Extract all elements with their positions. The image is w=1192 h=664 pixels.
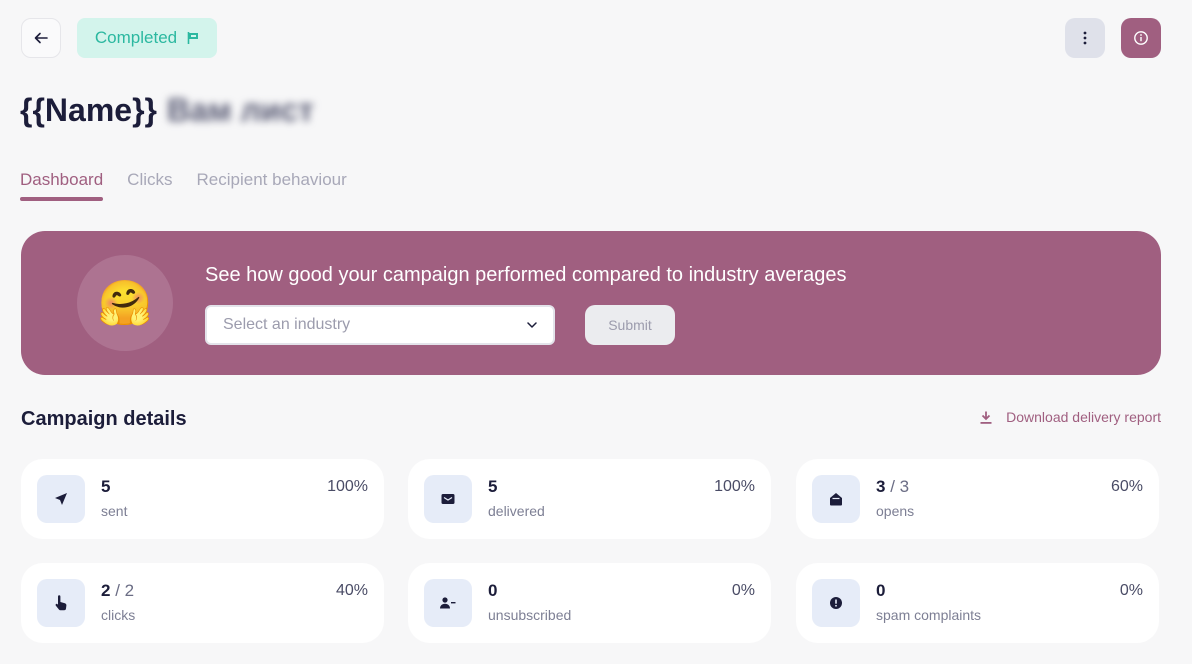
- tab-recipient-behaviour[interactable]: Recipient behaviour: [197, 170, 347, 200]
- stat-card-spam-complaints: 0 spam complaints 0%: [796, 563, 1159, 643]
- flag-icon: [187, 32, 199, 44]
- download-label: Download delivery report: [1006, 409, 1161, 425]
- stat-value: 5: [101, 477, 111, 496]
- submit-button[interactable]: Submit: [585, 305, 675, 345]
- stat-label: opens: [876, 503, 915, 519]
- stat-value: 0: [488, 581, 498, 600]
- vertical-dots-icon: [1083, 31, 1087, 45]
- tab-dashboard[interactable]: Dashboard: [20, 170, 104, 201]
- send-icon: [37, 475, 85, 523]
- stat-percent: 40%: [335, 582, 368, 599]
- stat-card-unsubscribed: 0 unsubscribed 0%: [408, 563, 771, 643]
- stat-card-delivered: 5 delivered 100%: [408, 459, 771, 539]
- stat-label: spam complaints: [876, 607, 982, 623]
- hugging-face-icon: 🤗: [77, 255, 173, 351]
- stat-percent: 0%: [1119, 582, 1143, 599]
- info-button[interactable]: [1121, 18, 1161, 58]
- status-badge: Completed: [77, 18, 217, 58]
- campaign-details-title: Campaign details: [21, 408, 187, 430]
- envelope-open-icon: [812, 475, 860, 523]
- download-icon: [980, 411, 992, 424]
- more-options-button[interactable]: [1065, 18, 1105, 58]
- tab-bar: Dashboard Clicks Recipient behaviour: [20, 170, 347, 201]
- stat-value: 5: [488, 477, 498, 496]
- stat-percent: 60%: [1110, 478, 1143, 495]
- stat-label: delivered: [488, 503, 545, 519]
- stat-percent: 100%: [714, 478, 755, 495]
- user-minus-icon: [424, 579, 472, 627]
- stat-value: 0: [876, 581, 886, 600]
- stat-card-sent: 5 sent 100%: [21, 459, 384, 539]
- stat-value: 3 / 3: [876, 477, 910, 496]
- stat-card-clicks: 2 / 2 clicks 40%: [21, 563, 384, 643]
- stat-card-opens: 3 / 3 opens 60%: [796, 459, 1159, 539]
- stat-label: sent: [101, 503, 128, 519]
- back-button[interactable]: [21, 18, 61, 58]
- stat-percent: 100%: [327, 478, 368, 495]
- banner-title: See how good your campaign performed com…: [205, 264, 847, 286]
- campaign-name: {{Name}}: [20, 91, 157, 128]
- alert-circle-icon: [812, 579, 860, 627]
- info-circle-icon: [1134, 31, 1148, 45]
- industry-select[interactable]: Select an industry: [205, 305, 555, 345]
- stat-percent: 0%: [731, 582, 755, 599]
- campaign-subject-blurred: Вам лист: [166, 91, 314, 128]
- tab-clicks[interactable]: Clicks: [127, 170, 172, 200]
- page-title: {{Name}} Вам лист: [20, 88, 314, 132]
- pointer-hand-icon: [37, 579, 85, 627]
- stat-value: 2 / 2: [101, 581, 135, 600]
- chevron-down-icon: [527, 322, 537, 328]
- stat-label: clicks: [101, 607, 136, 623]
- status-label: Completed: [94, 28, 178, 47]
- stat-label: unsubscribed: [488, 607, 572, 623]
- industry-comparison-banner: 🤗 See how good your campaign performed c…: [21, 231, 1161, 375]
- industry-select-placeholder: Select an industry: [223, 316, 351, 333]
- download-delivery-report-link[interactable]: Download delivery report: [980, 409, 1161, 425]
- arrow-left-icon: [34, 32, 48, 44]
- envelope-icon: [424, 475, 472, 523]
